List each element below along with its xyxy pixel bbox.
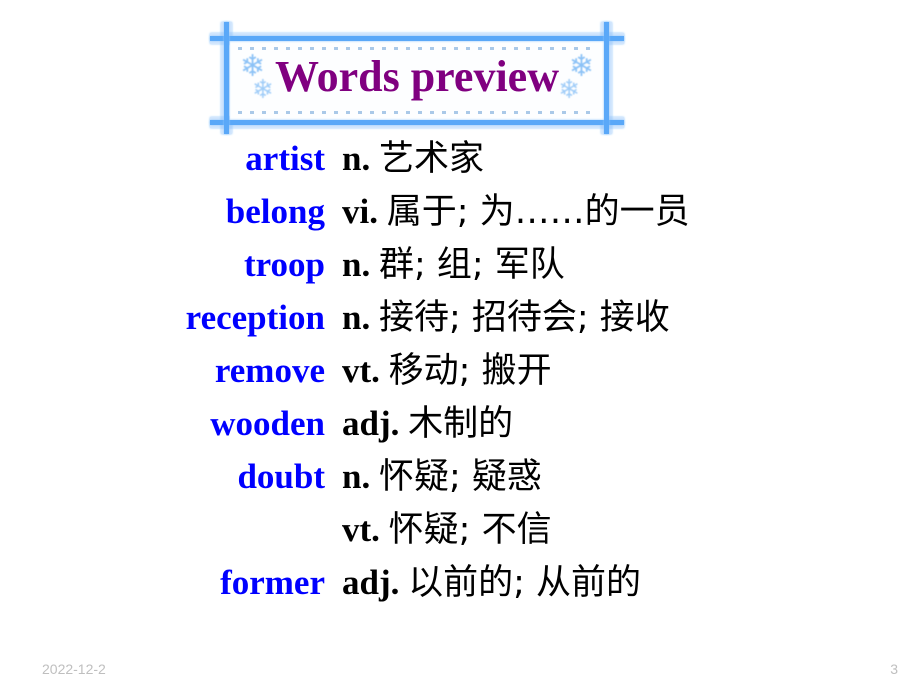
part-of-speech: vt. — [342, 510, 380, 549]
word-row: belong vi. 属于; 为……的一员 — [0, 183, 920, 236]
dotted-border-top — [238, 47, 596, 50]
frame-rail-bottom — [210, 120, 624, 125]
word-english: belong — [225, 192, 325, 231]
word-definition: adj. 以前的; 从前的 — [342, 554, 641, 605]
chinese-meaning: 木制的 — [408, 404, 514, 444]
part-of-speech: vi. — [342, 192, 378, 231]
word-english: wooden — [210, 404, 325, 443]
dotted-border-bottom — [238, 111, 596, 114]
title-block: ❄ ❄ ❄ ❄ Words preview — [210, 22, 624, 134]
word-row: artist n. 艺术家 — [0, 130, 920, 183]
word-definition: n. 怀疑; 疑惑 — [342, 448, 542, 499]
part-of-speech: n. — [342, 457, 371, 496]
part-of-speech: vt. — [342, 351, 380, 390]
word-definition: n. 接待; 招待会; 接收 — [342, 289, 670, 340]
frame-rail-top — [210, 36, 624, 41]
footer-page-number: 3 — [890, 661, 898, 677]
part-of-speech: n. — [342, 298, 371, 337]
chinese-meaning: 群; 组; 军队 — [378, 245, 565, 285]
word-row: vt. 怀疑; 不信 — [0, 501, 920, 554]
chinese-meaning: 以前的; 从前的 — [408, 563, 642, 603]
word-english: doubt — [237, 457, 325, 496]
word-row: reception n. 接待; 招待会; 接收 — [0, 289, 920, 342]
word-definition: vt. 怀疑; 不信 — [342, 501, 552, 552]
word-english: troop — [243, 245, 325, 284]
title-panel: ❄ ❄ ❄ ❄ Words preview — [230, 41, 604, 120]
word-definition: n. 艺术家 — [342, 130, 484, 181]
frame-rail-right — [604, 22, 609, 134]
part-of-speech: adj. — [342, 404, 400, 443]
chinese-meaning: 艺术家 — [378, 139, 484, 179]
footer-date: 2022-12-2 — [42, 661, 106, 677]
part-of-speech: adj. — [342, 563, 400, 602]
chinese-meaning: 接待; 招待会; 接收 — [378, 298, 670, 338]
chinese-meaning: 怀疑; 不信 — [388, 510, 552, 550]
word-definition: adj. 木制的 — [342, 395, 513, 446]
word-english: artist — [245, 139, 325, 178]
word-definition: vt. 移动; 搬开 — [342, 342, 552, 393]
word-row: former adj. 以前的; 从前的 — [0, 554, 920, 607]
word-list: artist n. 艺术家 belong vi. 属于; 为……的一员 troop n. … — [0, 130, 920, 607]
word-row: remove vt. 移动; 搬开 — [0, 342, 920, 395]
word-row: doubt n. 怀疑; 疑惑 — [0, 448, 920, 501]
word-row: troop n. 群; 组; 军队 — [0, 236, 920, 289]
part-of-speech: n. — [342, 245, 371, 284]
part-of-speech: n. — [342, 139, 371, 178]
word-definition: n. 群; 组; 军队 — [342, 236, 565, 287]
frame-rail-left — [224, 22, 229, 134]
chinese-meaning: 怀疑; 疑惑 — [378, 457, 542, 497]
chinese-meaning: 属于; 为……的一员 — [386, 192, 690, 232]
word-english: former — [220, 563, 325, 602]
word-row: wooden adj. 木制的 — [0, 395, 920, 448]
chinese-meaning: 移动; 搬开 — [388, 351, 552, 391]
page-title: Words preview — [275, 52, 559, 101]
word-english: remove — [214, 351, 325, 390]
word-english: reception — [185, 298, 325, 337]
word-definition: vi. 属于; 为……的一员 — [342, 183, 690, 234]
